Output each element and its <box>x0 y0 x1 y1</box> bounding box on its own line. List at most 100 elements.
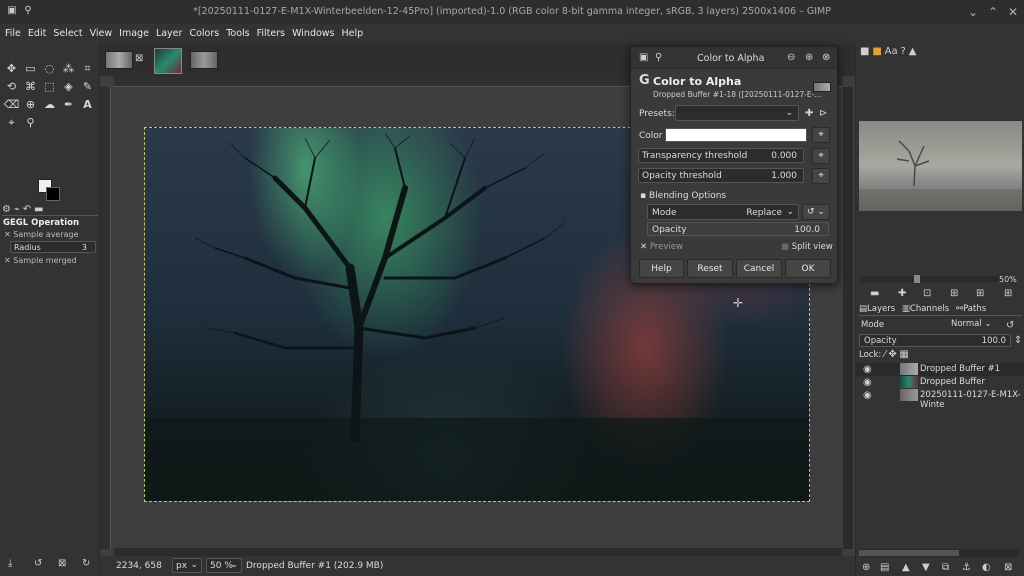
help-button[interactable]: Help <box>639 259 684 278</box>
delete-options-icon[interactable]: ⊠ <box>58 558 66 569</box>
lock-alpha-icon[interactable]: ▦ <box>899 349 908 360</box>
cancel-button[interactable]: Cancel <box>736 259 782 278</box>
warp-tool-icon[interactable]: ⌘ <box>21 78 40 96</box>
image-tab-thumbnail[interactable] <box>190 51 218 69</box>
menu-colors[interactable]: Colors <box>184 24 221 39</box>
maximize-icon[interactable]: ⊕ <box>805 52 813 63</box>
blending-options-expander[interactable]: ▪ Blending Options <box>640 191 726 201</box>
radius-field[interactable]: Radius 3 <box>10 241 96 253</box>
image-tab-thumbnail[interactable] <box>105 51 133 69</box>
color-button[interactable] <box>665 128 807 142</box>
reset-button[interactable]: Reset <box>687 259 733 278</box>
horizontal-scrollbar[interactable] <box>114 548 842 556</box>
blend-opacity-field[interactable]: Opacity 100.0 <box>647 222 829 236</box>
layer-row[interactable]: ◉ Dropped Buffer #1 <box>856 363 1024 376</box>
unit-select[interactable]: px ⌄ <box>172 558 202 573</box>
navigator-zoom-slider[interactable] <box>860 275 1010 283</box>
reset-options-icon[interactable]: ↻ <box>82 558 90 569</box>
background-color-swatch[interactable] <box>46 187 60 201</box>
clone-tool-icon[interactable]: ⊕ <box>21 96 40 114</box>
eye-icon[interactable]: ◉ <box>863 377 872 388</box>
split-view-checkbox[interactable]: ■ Split view <box>781 242 833 252</box>
opacity-threshold-field[interactable]: Opacity threshold 1.000 <box>638 168 804 183</box>
tool-options-tab-icon[interactable]: ⚙ <box>2 204 11 215</box>
restore-options-icon[interactable]: ↺ <box>34 558 42 569</box>
rect-select-tool-icon[interactable]: ▭ <box>21 60 40 78</box>
layer-mode-select[interactable]: Normal ⌄ <box>951 319 999 331</box>
navigation-tab-icon[interactable]: ▲ <box>909 46 917 57</box>
anchor-layer-icon[interactable]: ⚓ <box>962 562 971 573</box>
eraser-tool-icon[interactable]: ⌫ <box>2 96 21 114</box>
menu-filters[interactable]: Filters <box>252 24 287 39</box>
lasso-tool-icon[interactable]: ◌ <box>40 60 59 78</box>
lower-layer-icon[interactable]: ▼ <box>922 562 930 573</box>
save-options-icon[interactable]: ⤓ <box>8 558 12 569</box>
menu-select[interactable]: Select <box>48 24 84 39</box>
fuzzy-select-tool-icon[interactable]: ⁂ <box>59 60 78 78</box>
images-tab-icon[interactable]: ▬ <box>34 204 43 215</box>
layers-scrollbar[interactable] <box>859 549 1019 557</box>
pin-icon[interactable]: ⚲ <box>655 52 662 63</box>
new-layer-icon[interactable]: ⊕ <box>862 562 870 573</box>
crop-tool-icon[interactable]: ⌗ <box>78 60 97 78</box>
menu-edit[interactable]: Edit <box>23 24 48 39</box>
spinner-icon[interactable]: ⇕ <box>1014 335 1022 346</box>
slider-handle[interactable] <box>914 275 920 283</box>
patterns-tab-icon[interactable]: ■ <box>872 46 881 57</box>
color-picker-tool-icon[interactable]: ⌖ <box>2 114 21 132</box>
minimize-icon[interactable]: ⌄ <box>964 3 982 21</box>
text-tool-icon[interactable]: A <box>78 96 97 114</box>
add-preset-icon[interactable]: ✚ <box>805 108 813 119</box>
eye-icon[interactable]: ◉ <box>863 364 872 375</box>
delete-layer-icon[interactable]: ⊠ <box>1004 562 1012 573</box>
sample-average-row[interactable]: ✕ Sample average <box>4 230 79 239</box>
zoom-1-1-icon[interactable]: ⊡ <box>923 288 931 299</box>
vertical-ruler[interactable] <box>100 87 111 549</box>
shrink-wrap-icon[interactable]: ⊞ <box>1004 288 1012 299</box>
layer-row[interactable]: ◉ Dropped Buffer <box>856 376 1024 389</box>
brushes-tab-icon[interactable]: ■ <box>860 46 869 57</box>
close-icon[interactable]: ⊗ <box>822 52 830 63</box>
blend-mode-select[interactable]: Mode Replace ⌄ <box>647 204 799 220</box>
zoom-tool-icon[interactable]: ⚲ <box>21 114 40 132</box>
device-status-tab-icon[interactable]: ⌁ <box>14 204 20 215</box>
paths-tool-icon[interactable]: ✒ <box>59 96 78 114</box>
layer-row[interactable]: ◉ 20250111-0127-E-M1X-Winte <box>856 389 1024 410</box>
mask-layer-icon[interactable]: ◐ <box>982 562 991 573</box>
fit-image-icon[interactable]: ⊞ <box>950 288 958 299</box>
layer-opacity-field[interactable]: Opacity 100.0 <box>859 334 1011 347</box>
composite-options-icon[interactable]: ↺ ⌄ <box>802 204 830 220</box>
fill-window-icon[interactable]: ⊞ <box>976 288 984 299</box>
menu-view[interactable]: View <box>85 24 115 39</box>
menu-file[interactable]: File <box>0 24 23 39</box>
sample-merged-row[interactable]: ✕ Sample merged <box>4 256 77 265</box>
maximize-icon[interactable]: ⌃ <box>984 3 1002 21</box>
duplicate-layer-icon[interactable]: ⧉ <box>942 562 949 573</box>
mode-switch-icon[interactable]: ↺ <box>1006 320 1014 331</box>
scrollbar-thumb[interactable] <box>859 550 959 556</box>
image-tab-thumbnail-active[interactable] <box>154 48 182 74</box>
eye-icon[interactable]: ◉ <box>863 390 872 401</box>
zoom-select[interactable]: 50 % ⌄ <box>206 558 242 573</box>
menu-tools[interactable]: Tools <box>221 24 251 39</box>
lock-pixels-icon[interactable]: ⁄ <box>884 349 886 360</box>
color-picker-icon[interactable]: ⌖ <box>812 168 830 184</box>
color-picker-icon[interactable]: ⌖ <box>812 148 830 164</box>
layers-tab[interactable]: ▤Layers <box>859 304 895 314</box>
smudge-tool-icon[interactable]: ☁ <box>40 96 59 114</box>
preview-checkbox[interactable]: ✕ Preview <box>640 242 683 252</box>
document-history-tab-icon[interactable]: ? <box>901 46 906 57</box>
minimize-icon[interactable]: ⊖ <box>787 52 795 63</box>
cage-tool-icon[interactable]: ⬚ <box>40 78 59 96</box>
preset-menu-icon[interactable]: ⊳ <box>819 108 827 119</box>
navigator-preview[interactable] <box>859 121 1022 211</box>
new-layer-group-icon[interactable]: ▤ <box>880 562 889 573</box>
bucket-fill-tool-icon[interactable]: ◈ <box>59 78 78 96</box>
close-icon[interactable]: ✕ <box>1004 3 1022 21</box>
unified-transform-tool-icon[interactable]: ⟲ <box>2 78 21 96</box>
color-picker-icon[interactable]: ⌖ <box>812 127 830 143</box>
menu-image[interactable]: Image <box>114 24 151 39</box>
menu-windows[interactable]: Windows <box>287 24 336 39</box>
transparency-threshold-field[interactable]: Transparency threshold 0.000 <box>638 148 804 163</box>
presets-select[interactable]: ⌄ <box>675 105 799 121</box>
